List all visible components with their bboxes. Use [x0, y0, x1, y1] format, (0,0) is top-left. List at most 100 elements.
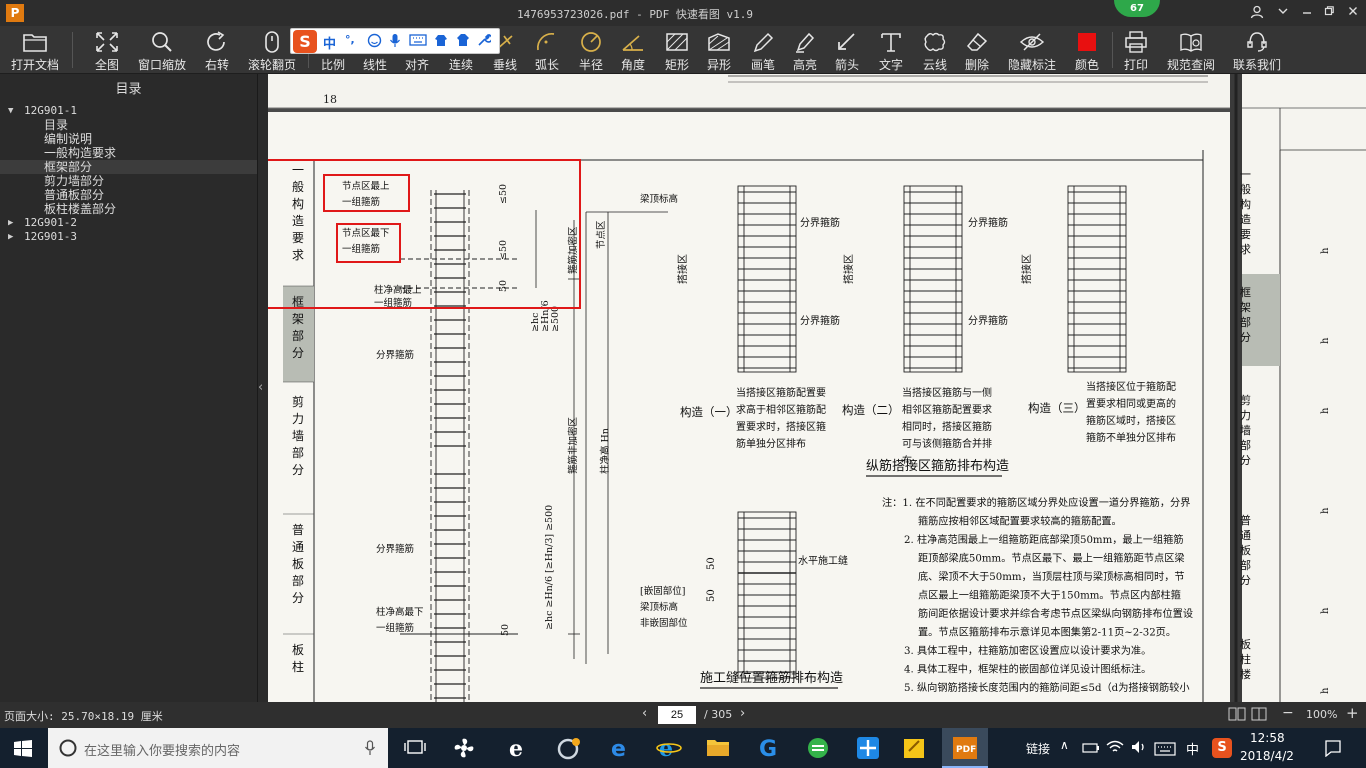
- clock-time[interactable]: 12:58: [1250, 731, 1285, 745]
- emoji-icon[interactable]: [367, 33, 382, 52]
- window-zoom-button[interactable]: 窗口缩放: [134, 28, 190, 72]
- svg-text:e: e: [509, 736, 523, 760]
- taskbar-active-app[interactable]: PDF: [942, 728, 988, 768]
- cloud-line-button[interactable]: 云线: [914, 28, 956, 72]
- tree-item-slab[interactable]: 普通板部分: [0, 188, 257, 202]
- color-button[interactable]: 颜色: [1068, 28, 1106, 72]
- tray-ime-label[interactable]: 中: [1186, 739, 1199, 758]
- minimize-button[interactable]: [1298, 5, 1316, 21]
- ie-blue-icon[interactable]: e: [656, 736, 682, 762]
- dim-label: 50: [706, 557, 717, 570]
- tray-link-label[interactable]: 链接: [1026, 740, 1050, 757]
- ime-punct-toggle[interactable]: °,: [345, 33, 355, 46]
- norms-lookup-button[interactable]: 规范查阅: [1162, 28, 1220, 72]
- continuous-view-icon[interactable]: [1250, 707, 1268, 724]
- tree-node-12g901-3[interactable]: ▶ 12G901-3: [0, 230, 257, 244]
- microphone-icon[interactable]: [364, 740, 376, 756]
- tree-item-preface[interactable]: 编制说明: [0, 132, 257, 146]
- taskbar-search-box[interactable]: 在这里输入你要搜索的内容: [48, 728, 388, 768]
- tree-item-shearwall[interactable]: 剪力墙部分: [0, 174, 257, 188]
- svg-text:要: 要: [292, 231, 304, 245]
- open-document-button[interactable]: 打开文档: [6, 28, 64, 72]
- tree-item-flatslab[interactable]: 板柱楼盖部分: [0, 202, 257, 216]
- rectangle-button[interactable]: 矩形: [658, 28, 696, 72]
- next-page-icon[interactable]: ›: [740, 706, 745, 721]
- wifi-icon[interactable]: [1106, 739, 1124, 759]
- note-line: 筋间距依据设计要求并综合考虑节点区梁纵向钢筋排布位置设: [918, 607, 1193, 620]
- document-viewer[interactable]: 18 一般构造要求框架部分剪力墙部分普通板部分板柱 节点区最上 一组箍筋 节点区…: [268, 74, 1366, 702]
- svg-text:般: 般: [1240, 183, 1251, 196]
- tree-node-12g901-1[interactable]: ▼ 12G901-1: [0, 104, 257, 118]
- ime-toolbar[interactable]: S 中 °,: [290, 28, 500, 54]
- two-page-view-icon[interactable]: [1228, 707, 1246, 724]
- page-number-input[interactable]: [658, 706, 696, 724]
- zoom-out-icon[interactable]: −: [1282, 705, 1294, 721]
- keyboard-icon[interactable]: [409, 33, 427, 51]
- note-line: 箍筋应按相邻区域配置要求较高的箍筋配置。: [918, 515, 1122, 528]
- wrench-icon[interactable]: [477, 33, 493, 51]
- hide-annotations-button[interactable]: 隐藏标注: [1004, 28, 1060, 72]
- ime-mode-toggle[interactable]: 中: [323, 33, 336, 52]
- shirt-icon[interactable]: [455, 33, 471, 51]
- volume-icon[interactable]: [1130, 739, 1148, 759]
- windows-start-icon[interactable]: [14, 740, 32, 761]
- zoom-level[interactable]: 100%: [1306, 708, 1337, 721]
- task-view-icon[interactable]: [404, 736, 430, 760]
- green-app-icon[interactable]: [806, 736, 832, 760]
- radius-button[interactable]: 半径: [570, 28, 612, 72]
- print-button[interactable]: 打印: [1116, 28, 1156, 72]
- highlight-button[interactable]: 高亮: [786, 28, 824, 72]
- fit-page-button[interactable]: 全图: [86, 28, 128, 72]
- rotate-right-button[interactable]: 右转: [196, 28, 238, 72]
- arc-length-button[interactable]: 弧长: [528, 28, 566, 72]
- tray-chevron-up-icon[interactable]: ∧: [1060, 738, 1069, 752]
- angle-button[interactable]: 角度: [614, 28, 652, 72]
- text-button[interactable]: 文字: [870, 28, 912, 72]
- delete-button[interactable]: 删除: [958, 28, 996, 72]
- 360-browser-icon[interactable]: [556, 736, 582, 760]
- skin-icon[interactable]: [433, 33, 449, 51]
- dim-label: ≤50: [498, 240, 509, 260]
- sidebar-title: 目录: [115, 82, 142, 97]
- edge-browser-icon[interactable]: e: [608, 736, 634, 762]
- sogou-tray-icon[interactable]: S: [1212, 738, 1232, 758]
- arrow-button[interactable]: 箭头: [828, 28, 866, 72]
- tree-item-toc[interactable]: 目录: [0, 118, 257, 132]
- tree-item-frame[interactable]: 框架部分: [0, 160, 257, 174]
- tool-label: 滚轮翻页: [247, 58, 296, 72]
- tree-item-general[interactable]: 一般构造要求: [0, 146, 257, 160]
- microphone-icon[interactable]: [389, 33, 401, 52]
- status-bar: 页面大小: 25.70×18.19 厘米 ‹ / 305 › − 100% +: [0, 702, 1366, 728]
- user-icon[interactable]: [1248, 5, 1266, 21]
- chevron-right-icon[interactable]: ▶: [8, 216, 13, 230]
- tree-label: 剪力墙部分: [44, 174, 105, 188]
- menu-chevron-icon[interactable]: [1274, 5, 1292, 21]
- prev-page-icon[interactable]: ‹: [642, 706, 647, 721]
- svg-text:通: 通: [1240, 529, 1251, 542]
- clock-date[interactable]: 2018/4/2: [1240, 749, 1294, 763]
- sidebar-collapse-handle[interactable]: ‹: [258, 380, 268, 396]
- svg-text:部: 部: [1240, 558, 1251, 572]
- restore-button[interactable]: [1320, 5, 1338, 21]
- tree-label: 板柱楼盖部分: [44, 202, 117, 216]
- ie-browser-icon[interactable]: e: [506, 736, 532, 762]
- sogou-browser-icon[interactable]: G: [756, 736, 782, 762]
- svg-text:框: 框: [1240, 286, 1251, 299]
- pen-button[interactable]: 画笔: [744, 28, 782, 72]
- fan-app-icon[interactable]: [452, 736, 478, 760]
- notification-icon[interactable]: [1324, 739, 1342, 761]
- svg-text:板: 板: [292, 643, 304, 657]
- notes-app-icon[interactable]: [902, 736, 928, 760]
- chevron-right-icon[interactable]: ▶: [8, 230, 13, 244]
- close-button[interactable]: [1344, 5, 1362, 21]
- move-app-icon[interactable]: [856, 736, 882, 760]
- keyboard-icon[interactable]: [1154, 741, 1176, 760]
- irregular-shape-button[interactable]: 异形: [700, 28, 738, 72]
- zoom-in-icon[interactable]: +: [1346, 704, 1359, 722]
- chevron-down-icon[interactable]: ▼: [8, 104, 13, 118]
- sogou-logo-icon[interactable]: S: [293, 30, 317, 53]
- file-explorer-icon[interactable]: [706, 736, 732, 760]
- battery-icon[interactable]: [1082, 740, 1100, 759]
- tree-node-12g901-2[interactable]: ▶ 12G901-2: [0, 216, 257, 230]
- contact-us-button[interactable]: 联系我们: [1228, 28, 1286, 72]
